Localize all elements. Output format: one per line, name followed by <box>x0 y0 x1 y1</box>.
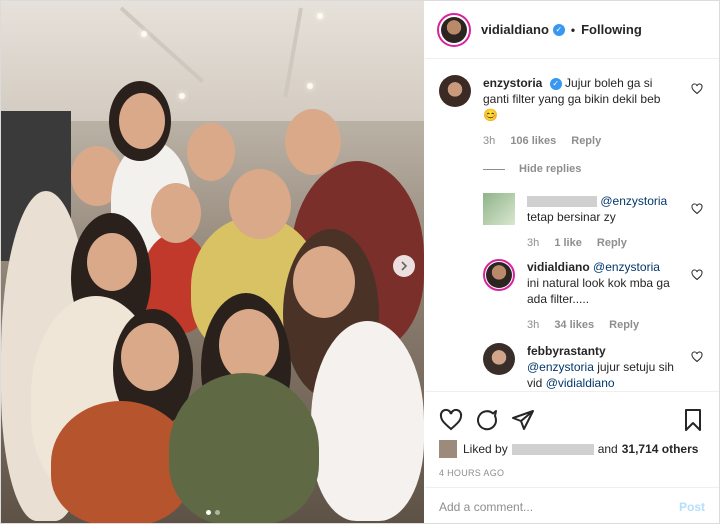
comment-text: tetap bersinar zy <box>527 210 616 224</box>
commenter-avatar[interactable] <box>483 193 515 225</box>
liked-by-prefix: Liked by <box>463 442 508 456</box>
add-comment-bar: Post <box>425 487 719 524</box>
liker-avatar[interactable] <box>439 440 457 458</box>
comment-text: ini natural look kok mba ga ada filter..… <box>527 276 670 306</box>
carousel-dot <box>214 510 220 515</box>
comment-likes[interactable]: 106 likes <box>510 135 556 147</box>
author-avatar[interactable] <box>437 12 471 47</box>
comment-mention[interactable]: @enzystoria <box>527 360 594 374</box>
post-comment-button[interactable]: Post <box>679 500 705 514</box>
like-comment-heart-icon[interactable] <box>691 203 703 215</box>
comment-mention[interactable]: @enzystoria <box>593 260 660 274</box>
person-face <box>87 233 137 291</box>
comment-mention[interactable]: @enzystoria <box>600 194 667 208</box>
person <box>169 373 319 523</box>
liked-by-row: Liked by and 31,714 others <box>425 436 719 462</box>
following-button[interactable]: Following <box>581 22 642 37</box>
commenter-username[interactable]: enzystoria <box>483 76 542 90</box>
comment-time: 3h <box>527 319 540 331</box>
hide-replies-label: Hide replies <box>519 163 582 175</box>
reply-button[interactable]: Reply <box>597 237 627 249</box>
like-comment-heart-icon[interactable] <box>691 269 703 281</box>
reply-comment: febbyrastanty @enzystoria jujur setuju s… <box>483 343 677 391</box>
redacted-username <box>527 196 597 208</box>
action-icons <box>425 392 719 436</box>
comments-list: enzystoria ✓ Jujur boleh ga si ganti fil… <box>425 61 719 391</box>
liked-by-and: and <box>597 442 618 456</box>
comment-meta: 3h 106 likes Reply <box>483 133 669 149</box>
person-face <box>187 123 235 181</box>
follow-separator: • <box>570 22 576 37</box>
commenter-username[interactable]: febbyrastanty <box>527 344 606 358</box>
like-comment-heart-icon[interactable] <box>691 351 703 363</box>
ceiling-light <box>141 31 147 37</box>
comment-time: 3h <box>483 135 496 147</box>
comment-likes[interactable]: 1 like <box>554 237 582 249</box>
reply-comment: @enzystoria tetap bersinar zy 3h 1 like … <box>483 193 677 251</box>
post-actions: Liked by and 31,714 others 4 HOURS AGO P… <box>425 391 719 524</box>
carousel-dots <box>1 510 424 515</box>
photo-ceiling <box>1 1 424 121</box>
redacted-username <box>511 443 594 455</box>
likes-count[interactable]: 31,714 others <box>622 442 699 456</box>
comment-mention[interactable]: @vidialdiano <box>546 376 615 390</box>
save-bookmark-icon[interactable] <box>681 408 705 432</box>
carousel-dot <box>205 510 211 515</box>
like-comment-heart-icon[interactable] <box>691 83 703 95</box>
reply-button[interactable]: Reply <box>571 135 601 147</box>
comment: enzystoria ✓ Jujur boleh ga si ganti fil… <box>439 75 669 149</box>
like-heart-icon[interactable] <box>439 408 463 432</box>
post-timestamp: 4 HOURS AGO <box>439 468 505 478</box>
ceiling-light <box>317 13 323 19</box>
ceiling-light <box>179 93 185 99</box>
person-face <box>219 309 279 381</box>
comment-meta: 3h 1 like Reply <box>527 235 677 251</box>
post-side-panel: vidialdiano ✓ • Following enzystoria ✓ J… <box>425 1 719 523</box>
person-face <box>293 246 355 318</box>
commenter-username[interactable]: vidialdiano <box>527 260 590 274</box>
person-face <box>119 93 165 149</box>
reply-comment: vidialdiano @enzystoria ini natural look… <box>483 259 677 333</box>
comment-emoji: 😊 <box>483 108 498 122</box>
comment-meta: 3h 34 likes Reply <box>527 317 677 333</box>
person-face <box>285 109 341 175</box>
author-username[interactable]: vidialdiano <box>481 22 549 37</box>
add-comment-input[interactable] <box>439 499 679 514</box>
person-face <box>229 169 291 239</box>
person <box>311 321 424 521</box>
commenter-avatar[interactable] <box>483 343 515 375</box>
hide-replies-toggle[interactable]: Hide replies <box>483 163 581 175</box>
chevron-right-icon <box>401 261 408 271</box>
next-photo-button[interactable] <box>393 255 415 277</box>
person-face <box>151 183 201 243</box>
reply-button[interactable]: Reply <box>609 319 639 331</box>
ceiling-light <box>307 83 313 89</box>
verified-badge-icon: ✓ <box>552 23 565 36</box>
comment-bubble-icon[interactable] <box>475 408 499 432</box>
commenter-avatar[interactable] <box>483 259 515 291</box>
share-send-icon[interactable] <box>511 408 535 432</box>
comment-likes[interactable]: 34 likes <box>554 319 594 331</box>
post-photo[interactable] <box>1 1 424 523</box>
commenter-avatar[interactable] <box>439 75 471 107</box>
person-face <box>121 323 179 391</box>
verified-badge-icon: ✓ <box>549 77 562 90</box>
comment-time: 3h <box>527 237 540 249</box>
post-header: vidialdiano ✓ • Following <box>425 1 719 59</box>
